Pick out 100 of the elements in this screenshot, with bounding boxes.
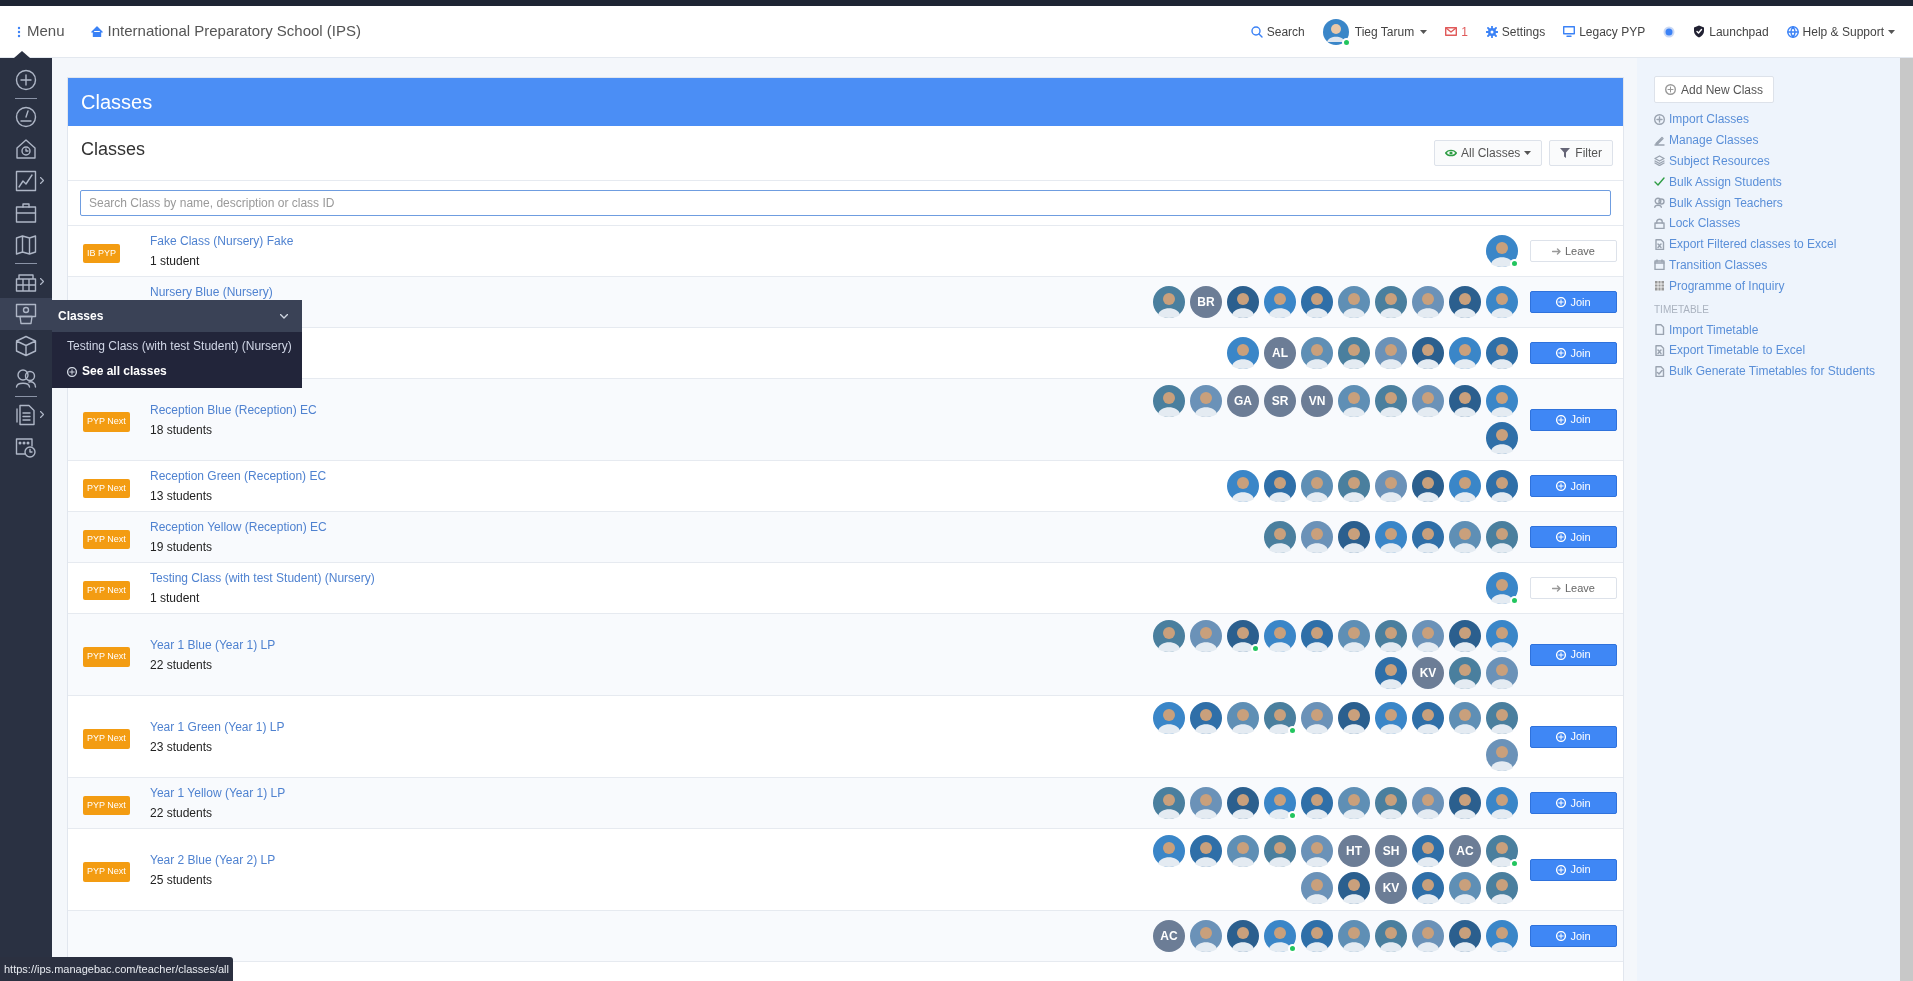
section-title: Classes <box>81 138 146 161</box>
student-count: 22 students <box>150 656 214 674</box>
join-button[interactable]: Join <box>1530 342 1617 364</box>
pencil-icon <box>1654 134 1665 146</box>
class-badge: PYP Next <box>83 795 130 816</box>
menu-icon <box>17 25 21 38</box>
avatar-icon <box>1322 18 1349 45</box>
flyout-item[interactable]: Testing Class (with test Student) (Nursery) <box>52 334 302 359</box>
action-link[interactable]: Manage Classes <box>1654 129 1900 151</box>
eye-icon <box>1444 149 1457 157</box>
add-icon <box>1556 532 1567 542</box>
class-link[interactable]: Year 2 Blue (Year 2) LP <box>150 850 276 869</box>
student-count: 25 students <box>150 871 214 889</box>
initials-avatar: AL <box>1264 337 1296 369</box>
student-count: 18 students <box>150 421 214 439</box>
search-link[interactable]: Search <box>1250 22 1305 41</box>
class-link[interactable]: Testing Class (with test Student) (Nursery) <box>150 569 375 587</box>
add-icon <box>1556 731 1567 742</box>
initials-avatar: KV <box>1375 872 1407 904</box>
leave-button[interactable]: Leave <box>1530 240 1617 262</box>
action-link[interactable]: Lock Classes <box>1654 213 1900 234</box>
add-icon <box>15 69 37 91</box>
action-link[interactable]: Programme of Inquiry <box>1654 275 1900 297</box>
action-link[interactable]: Import Timetable <box>1654 319 1900 340</box>
initials-avatar: SH <box>1375 835 1407 867</box>
add-icon <box>1556 649 1567 660</box>
scrollbar[interactable] <box>1900 58 1913 981</box>
action-link[interactable]: Bulk Assign Students <box>1654 171 1900 193</box>
user-menu[interactable]: Tieg Tarum <box>1322 18 1428 45</box>
legacy-link[interactable]: Legacy PYP <box>1563 22 1646 41</box>
class-link[interactable]: Year 1 Yellow (Year 1) LP <box>150 784 286 802</box>
action-link[interactable]: Subject Resources <box>1654 150 1900 172</box>
page-banner: Classes <box>68 78 1623 126</box>
chevron-icon <box>40 411 44 418</box>
sidebar-item[interactable] <box>0 298 52 330</box>
student-count: 1 student <box>150 253 201 270</box>
gauge-icon <box>15 106 37 128</box>
filter-icon <box>1560 148 1571 158</box>
class-badge: IB PYP <box>83 243 120 264</box>
add-icon <box>1556 414 1567 425</box>
view-dropdown[interactable]: All Classes <box>1433 140 1543 166</box>
menu-button[interactable]: Menu <box>17 20 65 43</box>
arrow-icon <box>1552 247 1561 255</box>
student-count: 13 students <box>150 488 214 505</box>
class-link[interactable]: Reception Yellow (Reception) EC <box>150 518 327 536</box>
settings-link[interactable]: Settings <box>1485 22 1546 41</box>
join-button[interactable]: Join <box>1530 792 1617 814</box>
grid-icon <box>1654 280 1665 292</box>
action-link[interactable]: Export Filtered classes to Excel <box>1654 233 1900 255</box>
class-badge: PYP Next <box>83 412 130 432</box>
people-icon <box>1654 197 1665 209</box>
join-button[interactable]: Join <box>1530 526 1617 548</box>
join-button[interactable]: Join <box>1530 291 1617 313</box>
class-link[interactable]: Reception Blue (Reception) EC <box>150 400 317 419</box>
launchpad-link[interactable]: Launchpad <box>1693 22 1769 41</box>
initials-avatar: HT <box>1338 835 1370 867</box>
add-icon <box>1556 297 1567 307</box>
join-button[interactable]: Join <box>1530 408 1617 431</box>
add-icon <box>1665 84 1676 95</box>
avatar-icon <box>1264 702 1296 734</box>
school-link[interactable]: International Preparatory School (IPS) <box>90 20 361 43</box>
cube-icon <box>15 335 37 357</box>
class-link[interactable]: Fake Class (Nursery) Fake <box>150 232 294 250</box>
join-button[interactable]: Join <box>1530 925 1617 947</box>
class-link[interactable]: Reception Green (Reception) EC <box>150 467 327 485</box>
section-label: TIMETABLE <box>1654 303 1710 318</box>
join-button[interactable]: Join <box>1530 475 1617 497</box>
join-button[interactable]: Join <box>1530 858 1617 881</box>
add-class-button[interactable]: Add New Class <box>1654 76 1775 103</box>
initials-avatar: KV <box>1412 657 1444 689</box>
action-link[interactable]: Bulk Assign Teachers <box>1654 192 1900 213</box>
action-link[interactable]: Export Timetable to Excel <box>1654 339 1900 361</box>
spreadsheet-icon <box>1654 238 1665 250</box>
filter-button[interactable]: Filter <box>1549 140 1613 166</box>
action-link[interactable]: Bulk Generate Timetables for Students <box>1654 360 1900 382</box>
class-link[interactable]: Year 1 Green (Year 1) LP <box>150 717 285 736</box>
action-link[interactable]: Import Classes <box>1654 109 1900 130</box>
help-link[interactable]: Help & Support <box>1786 22 1895 41</box>
join-button[interactable]: Join <box>1530 725 1617 748</box>
shield-icon <box>1693 25 1706 38</box>
add-icon <box>1556 864 1567 875</box>
flyout-title: Classes <box>58 308 104 325</box>
search-field[interactable]: Search Class by name, description or class ID <box>80 190 1611 216</box>
map-icon <box>15 234 37 256</box>
check-icon <box>1654 176 1665 188</box>
class-link[interactable]: Year 1 Blue (Year 1) LP <box>150 635 276 654</box>
join-button[interactable]: Join <box>1530 643 1617 666</box>
student-count: 19 students <box>150 539 214 556</box>
leave-button[interactable]: Leave <box>1530 577 1617 599</box>
action-link[interactable]: Transition Classes <box>1654 254 1900 276</box>
see-all-link[interactable]: See all classes <box>52 359 302 384</box>
initials-avatar: BR <box>1190 286 1222 318</box>
messages-link[interactable]: 1 <box>1445 22 1468 41</box>
add-icon <box>67 366 77 377</box>
initials-avatar: SR <box>1264 385 1296 417</box>
initials-avatar: GA <box>1227 385 1259 417</box>
caret-icon <box>1524 151 1532 155</box>
class-badge: PYP Next <box>83 580 130 601</box>
spreadsheet-icon <box>1654 344 1665 356</box>
class-link[interactable]: Nursery Blue (Nursery) <box>150 283 273 301</box>
